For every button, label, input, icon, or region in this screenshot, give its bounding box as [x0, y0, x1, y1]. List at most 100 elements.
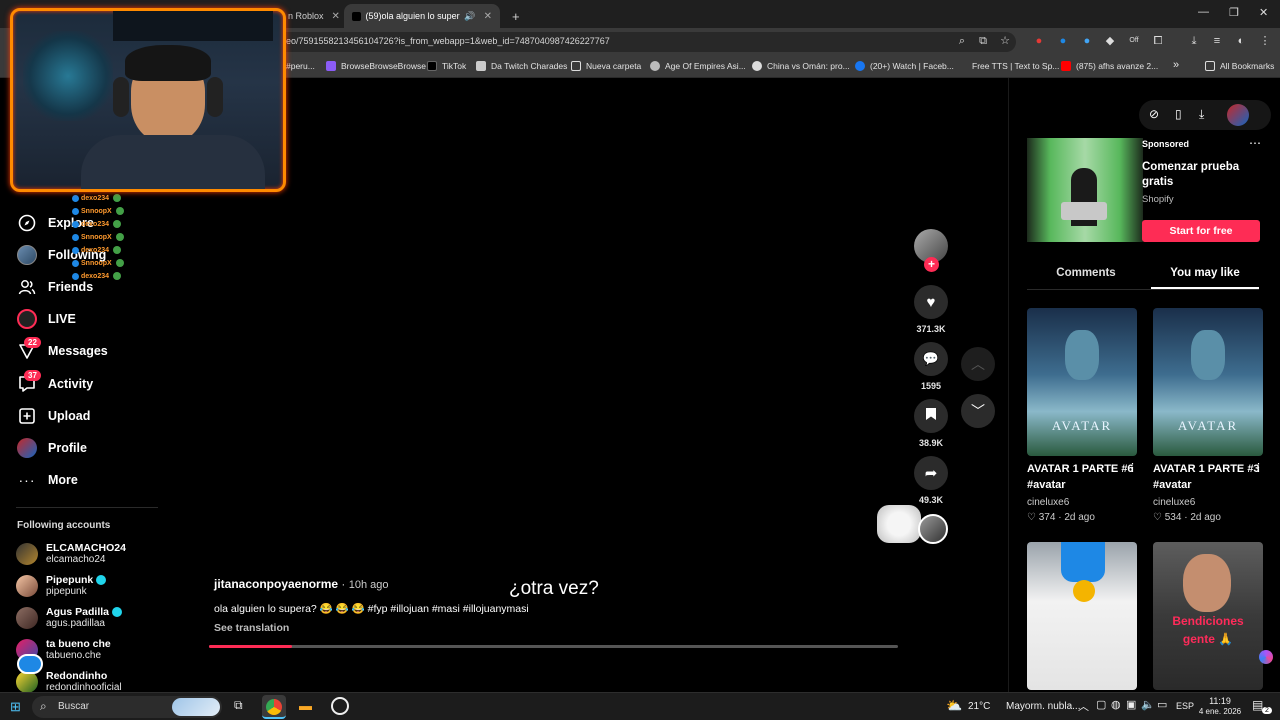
following-account[interactable]: ELCAMACHO24 elcamacho24: [16, 542, 126, 566]
task-view-icon[interactable]: ⧉: [234, 698, 243, 713]
speaker-icon[interactable]: 🔊: [464, 11, 475, 22]
bookmark-item[interactable]: (875) afhs avanze 2...: [1061, 61, 1158, 71]
browser-menu-icon[interactable]: ⋮: [1258, 34, 1272, 48]
file-explorer-icon[interactable]: ▬: [299, 698, 312, 713]
bookmark-item[interactable]: (20+) Watch | Faceb...: [855, 61, 954, 71]
tab-tiktok-video[interactable]: (59)ola alguien lo supera? 😂 🔊 ✕: [344, 4, 500, 28]
bookmark-item[interactable]: BrowseBrowseBrowse: [326, 61, 426, 71]
nav-more[interactable]: ··· More: [16, 468, 78, 492]
nav-upload[interactable]: Upload: [16, 404, 90, 428]
tab-comments[interactable]: Comments: [1027, 267, 1145, 279]
nav-activity[interactable]: Activity 37: [16, 370, 93, 396]
bookmark-item[interactable]: Free TTS | Text to Sp...: [972, 61, 1059, 71]
media-control-icon[interactable]: ≡: [1210, 34, 1224, 48]
card-more-icon[interactable]: ⋮: [1253, 461, 1264, 474]
ad-more-icon[interactable]: ⋯: [1249, 136, 1261, 150]
tray-network-icon[interactable]: ◍: [1111, 698, 1121, 711]
user-avatar[interactable]: [1227, 104, 1249, 126]
nav-profile[interactable]: Profile: [16, 436, 87, 460]
extension-blue-icon[interactable]: ●: [1056, 34, 1070, 48]
search-placeholder: Buscar: [58, 701, 90, 712]
download-icon[interactable]: ⤓: [1199, 107, 1204, 122]
bookmark-item[interactable]: Age Of Empires Asi...: [650, 61, 746, 71]
obs-icon[interactable]: [331, 697, 349, 715]
video-card-title[interactable]: AVATAR 1 PARTE #6 #avatar: [1027, 461, 1137, 493]
extension-diamond-icon[interactable]: ◆: [1103, 34, 1117, 48]
start-free-button[interactable]: Start for free: [1142, 220, 1260, 242]
following-account[interactable]: Agus Padilla agus.padillaa: [16, 606, 123, 630]
clock-date[interactable]: 4 ene. 2026: [1196, 707, 1244, 716]
floating-assistant-icon[interactable]: [1259, 650, 1273, 664]
speaker-icon[interactable]: 🔈: [1141, 698, 1155, 711]
extension-red-icon[interactable]: ●: [1032, 34, 1046, 48]
video-card-thumbnail[interactable]: [1027, 542, 1137, 690]
language-indicator[interactable]: ESP: [1176, 701, 1194, 711]
download-icon[interactable]: ⤓: [1187, 34, 1201, 48]
cast-icon[interactable]: ⧉: [976, 34, 990, 48]
chrome-taskbar-button[interactable]: [262, 695, 286, 719]
star-bookmark-icon[interactable]: ☆: [998, 34, 1012, 48]
top-actions-pill: ⊘ ▯ ⤓: [1139, 100, 1271, 130]
card-more-icon[interactable]: ⋮: [1127, 461, 1138, 474]
tab-roblox[interactable]: n Roblox ✕: [280, 4, 348, 28]
nav-live[interactable]: LIVE: [16, 307, 76, 331]
bookmark-item[interactable]: TikTok: [427, 61, 466, 71]
video-card-thumbnail[interactable]: Bendiciones gente 🙏: [1153, 542, 1263, 690]
video-card-thumbnail[interactable]: AVATAR: [1153, 308, 1263, 456]
comment-button[interactable]: 💬: [914, 342, 948, 376]
url-bar[interactable]: eo/7591558213456104726?is_from_webapp=1&…: [276, 32, 1016, 52]
all-bookmarks-button[interactable]: All Bookmarks: [1205, 61, 1274, 71]
close-tab-icon[interactable]: ✕: [484, 11, 492, 22]
zoom-icon[interactable]: ⌕: [955, 34, 969, 48]
save-button[interactable]: [914, 399, 948, 433]
following-account[interactable]: Pipepunk pipepunk: [16, 574, 107, 598]
profile-avatar-icon[interactable]: ◐: [1234, 34, 1248, 48]
like-button[interactable]: ♥: [914, 285, 948, 319]
avatar-icon: [16, 244, 38, 266]
weather-temp[interactable]: 21°C: [968, 701, 990, 712]
video-progress-track[interactable]: [209, 645, 898, 648]
close-tab-icon[interactable]: ✕: [332, 11, 340, 22]
maximize-icon[interactable]: ❐: [1229, 6, 1239, 19]
ad-thumbnail[interactable]: [1027, 138, 1143, 242]
video-card-user[interactable]: cineluxe6: [1027, 497, 1069, 508]
close-window-icon[interactable]: ✕: [1259, 6, 1268, 19]
tray-app-icon[interactable]: ▣: [1126, 698, 1136, 711]
video-card-thumbnail[interactable]: AVATAR: [1027, 308, 1137, 456]
weather-desc[interactable]: Mayorm. nubla...: [1006, 701, 1080, 712]
stream-chat-line: dexo234: [72, 194, 122, 202]
nav-messages[interactable]: Messages 22: [16, 337, 108, 363]
extension-off-badge[interactable]: Off: [1127, 34, 1141, 48]
bookmark-item[interactable]: #peru...: [286, 61, 315, 71]
see-translation-link[interactable]: See translation: [214, 622, 289, 634]
minimize-icon[interactable]: —: [1198, 6, 1209, 18]
taskbar-search[interactable]: ⌕ Buscar: [32, 696, 222, 718]
tab-you-may-like[interactable]: You may like: [1151, 267, 1259, 279]
music-disc-avatar[interactable]: [918, 514, 948, 544]
battery-icon[interactable]: ▭: [1157, 698, 1167, 711]
new-tab-button[interactable]: +: [504, 4, 528, 28]
tray-app-icon[interactable]: ▢: [1096, 698, 1106, 711]
share-count: 49.3K: [918, 495, 944, 505]
show-hidden-icons-icon[interactable]: ︿: [1078, 698, 1089, 714]
chat-username: dexo234: [81, 272, 110, 280]
share-button[interactable]: ➦: [914, 456, 948, 490]
windows-start-icon[interactable]: ⊞: [10, 699, 21, 715]
device-icon[interactable]: ▯: [1175, 107, 1182, 121]
floating-extension-icon[interactable]: [17, 654, 43, 674]
poster-title: AVATAR: [1177, 418, 1239, 433]
previous-video-button[interactable]: ︿: [961, 347, 995, 381]
compass-icon[interactable]: ⊘: [1149, 107, 1159, 121]
bookmark-item[interactable]: Da Twitch Charades: [476, 61, 567, 71]
next-video-button[interactable]: ﹀: [961, 394, 995, 428]
bookmark-item[interactable]: China vs Omán: pro...: [752, 61, 850, 71]
extensions-puzzle-icon[interactable]: ⧠: [1151, 34, 1165, 48]
extension-translate-icon[interactable]: ●: [1080, 34, 1094, 48]
video-author[interactable]: jitanaconpoyaenorme: [214, 577, 338, 591]
bookmark-folder[interactable]: Nueva carpeta: [571, 61, 641, 71]
follow-plus-button[interactable]: +: [924, 257, 939, 272]
more-bookmarks-button[interactable]: »: [1173, 59, 1179, 71]
video-card-title[interactable]: AVATAR 1 PARTE #3 #avatar: [1153, 461, 1263, 493]
video-card-user[interactable]: cineluxe6: [1153, 497, 1195, 508]
clock-time[interactable]: 11:19: [1198, 696, 1242, 706]
